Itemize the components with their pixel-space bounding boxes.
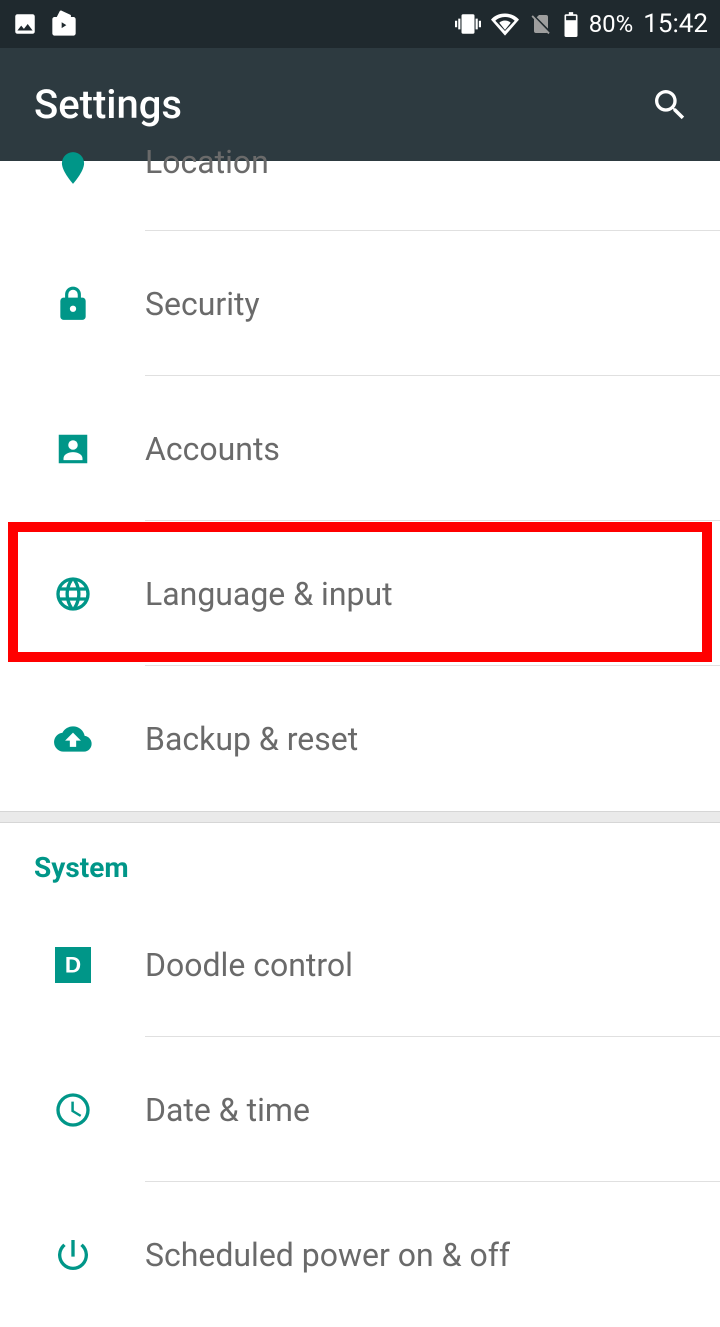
- status-bar: 80% 15:42: [0, 0, 720, 48]
- settings-item-location[interactable]: Location: [0, 161, 720, 231]
- settings-item-language[interactable]: Language & input: [0, 521, 720, 666]
- settings-item-label: Language & input: [145, 575, 393, 613]
- settings-item-security[interactable]: Security: [0, 231, 720, 376]
- settings-item-label: Security: [145, 285, 260, 323]
- clock-icon: [53, 1090, 93, 1130]
- account-icon: [54, 430, 92, 468]
- lock-icon: [54, 285, 92, 323]
- power-icon: [53, 1235, 93, 1275]
- section-header-system: System: [0, 823, 720, 892]
- battery-pct: 80%: [589, 10, 634, 38]
- play-store-icon: [50, 10, 78, 38]
- battery-icon: [563, 11, 579, 37]
- settings-item-label: Accounts: [145, 430, 280, 468]
- no-sim-icon: [529, 11, 553, 37]
- search-button[interactable]: [650, 85, 690, 125]
- settings-item-accounts[interactable]: Accounts: [0, 376, 720, 521]
- settings-item-scheduled[interactable]: Scheduled power on & off: [0, 1182, 720, 1327]
- vibrate-icon: [455, 11, 481, 37]
- location-icon: [54, 149, 92, 187]
- picture-icon: [12, 11, 38, 37]
- globe-icon: [53, 574, 93, 614]
- app-bar: Settings: [0, 48, 720, 161]
- settings-item-doodle[interactable]: D Doodle control: [0, 892, 720, 1037]
- settings-item-label: Date & time: [145, 1091, 310, 1129]
- clock-time: 15:42: [643, 9, 708, 39]
- page-title: Settings: [34, 81, 182, 128]
- settings-item-label: Location: [145, 143, 269, 181]
- system-list: D Doodle control Date & time Scheduled p…: [0, 892, 720, 1327]
- settings-item-label: Backup & reset: [145, 720, 358, 758]
- wifi-icon: [491, 10, 519, 38]
- doodle-icon: D: [55, 947, 91, 983]
- cloud-upload-icon: [51, 720, 95, 758]
- settings-item-label: Scheduled power on & off: [145, 1236, 510, 1274]
- svg-text:D: D: [64, 952, 80, 977]
- settings-item-datetime[interactable]: Date & time: [0, 1037, 720, 1182]
- settings-item-backup[interactable]: Backup & reset: [0, 666, 720, 811]
- settings-item-label: Doodle control: [145, 946, 353, 984]
- settings-list: Location Security Accounts Language & in…: [0, 161, 720, 811]
- section-divider: [0, 811, 720, 823]
